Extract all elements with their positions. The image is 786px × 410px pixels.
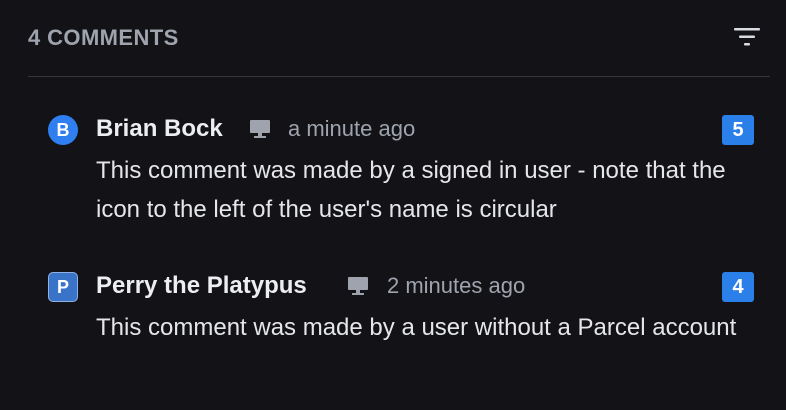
vote-count-badge[interactable]: 4 <box>722 272 754 302</box>
monitor-icon <box>249 119 271 139</box>
comment-count: 4 COMMENTS <box>28 25 179 50</box>
vote-count-badge[interactable]: 5 <box>722 115 754 145</box>
avatar[interactable]: B <box>48 115 78 145</box>
timestamp[interactable]: a minute ago <box>288 113 415 145</box>
timestamp[interactable]: 2 minutes ago <box>387 270 525 302</box>
author-name[interactable]: Brian Bock <box>96 113 223 145</box>
comment-text: This comment was made by a signed in use… <box>96 157 726 223</box>
filter-icon[interactable] <box>734 26 760 48</box>
avatar[interactable]: P <box>48 272 78 302</box>
comment-text: This comment was made by a user without … <box>96 314 737 341</box>
comments-header: 4 COMMENTS <box>28 0 770 77</box>
monitor-icon <box>347 276 369 296</box>
author-name[interactable]: Perry the Platypus <box>96 270 307 302</box>
